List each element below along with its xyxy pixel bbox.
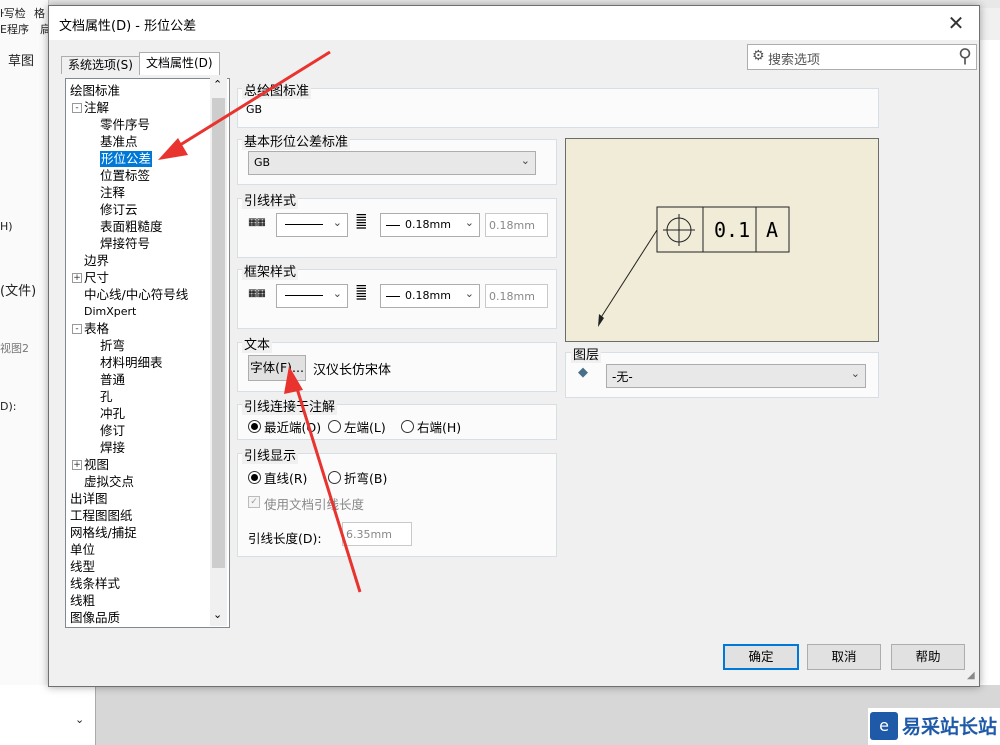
watermark-text: 易采站长站 [902, 716, 998, 738]
watermark-logo-icon: e [870, 712, 898, 740]
watermark: e 易采站长站 [868, 708, 1000, 745]
annotation-arrows [158, 50, 362, 593]
